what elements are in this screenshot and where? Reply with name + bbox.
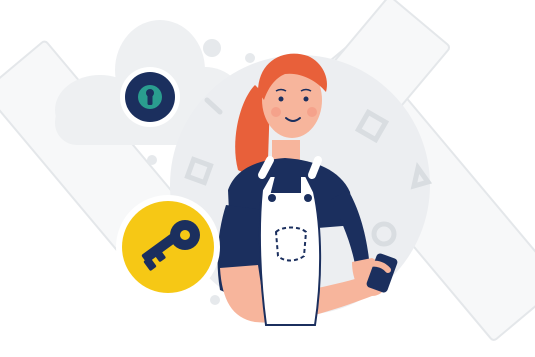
keyhole-badge (120, 67, 180, 127)
key-badge (116, 195, 220, 299)
security-illustration (0, 0, 535, 341)
keyhole-icon (138, 85, 162, 109)
